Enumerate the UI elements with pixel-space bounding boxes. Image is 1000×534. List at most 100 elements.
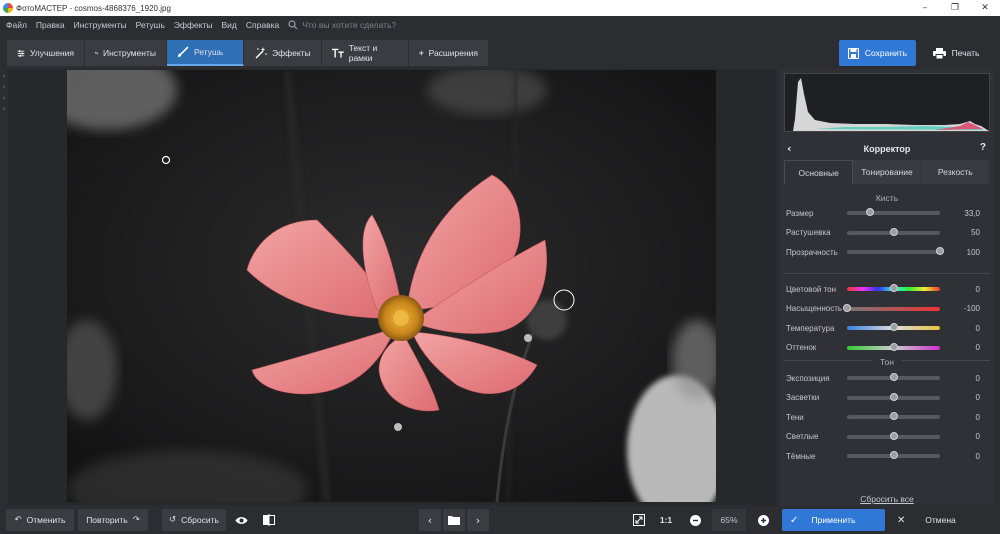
apply-button[interactable]: ✓ Применить (782, 509, 885, 531)
slider-thumb[interactable] (889, 431, 898, 440)
undo-button[interactable]: ↶ Отменить (6, 509, 74, 531)
save-button[interactable]: Сохранить (839, 40, 916, 66)
actual-size-button[interactable]: 1:1 (654, 509, 678, 531)
slider-track[interactable] (847, 392, 940, 401)
chevron-right-icon[interactable]: › (3, 83, 6, 91)
menu-view[interactable]: Вид (222, 20, 237, 30)
slider-row: Температура 0 (786, 321, 986, 335)
slider-label: Цветовой тон (786, 284, 837, 294)
slider-thumb[interactable] (889, 392, 898, 401)
chevron-right-icon[interactable]: › (3, 105, 6, 113)
subtab-sharpness[interactable]: Резкость (921, 160, 990, 184)
slider-thumb[interactable] (866, 208, 875, 216)
slider-track[interactable] (847, 451, 940, 459)
photo-canvas[interactable] (67, 70, 716, 502)
slider-value: 0 (975, 451, 980, 461)
tab-label: Расширения (428, 48, 478, 58)
plus-icon (419, 50, 424, 56)
reset-all-link[interactable]: Сбросить все (784, 494, 990, 504)
chevron-right-icon[interactable]: › (3, 94, 6, 102)
zoom-in-button[interactable] (752, 509, 774, 531)
slider-track[interactable] (847, 208, 940, 216)
slider-track[interactable] (847, 247, 944, 255)
close-window-button[interactable]: ✕ (970, 0, 1000, 16)
slider-value: 50 (971, 228, 980, 237)
back-arrow-icon[interactable]: ‹ (787, 142, 792, 155)
menu-file[interactable]: Файл (6, 20, 27, 30)
cancel-button[interactable]: ✕ Отмена (889, 509, 992, 531)
slider-thumb[interactable] (936, 247, 944, 255)
panel-title: Корректор (863, 144, 911, 154)
slider-track[interactable] (847, 431, 940, 440)
compare-icon (263, 514, 275, 526)
redo-button[interactable]: Повторить ↷ (78, 509, 148, 531)
slider-thumb[interactable] (889, 373, 898, 381)
slider-thumb[interactable] (889, 323, 898, 331)
slider-thumb[interactable] (889, 284, 898, 292)
subtab-toning[interactable]: Тонирование (853, 160, 922, 184)
chevron-right-icon[interactable]: › (3, 72, 6, 80)
help-icon[interactable]: ? (980, 142, 986, 153)
prev-image-button[interactable]: ‹ (419, 509, 441, 531)
slider-row: Экспозиция 0 (786, 371, 986, 385)
section-divider (784, 273, 990, 274)
chevron-left-icon: ‹ (427, 513, 433, 527)
tab-retouch[interactable]: Ретушь (167, 40, 244, 66)
menu-effects[interactable]: Эффекты (174, 20, 213, 30)
close-icon: ✕ (897, 514, 906, 526)
apply-label: Применить (811, 515, 856, 525)
menu-search[interactable]: Что вы хотите сделать? (288, 20, 396, 30)
minimize-button[interactable]: – (910, 0, 940, 16)
slider-thumb[interactable] (889, 342, 898, 351)
tab-effects[interactable]: Эффекты (244, 40, 322, 66)
slider-label: Тени (786, 412, 804, 422)
next-image-button[interactable]: › (467, 509, 489, 531)
crop-icon (95, 51, 98, 55)
search-placeholder: Что вы хотите сделать? (302, 19, 397, 30)
brush-section-title: Кисть (875, 193, 899, 203)
zoom-out-icon (689, 514, 701, 526)
slider-track[interactable] (847, 412, 940, 420)
chevron-right-icon: › (475, 513, 481, 527)
slider-track[interactable] (843, 303, 940, 312)
slider-track[interactable] (847, 284, 940, 292)
reset-button[interactable]: ↺ Сбросить (162, 509, 226, 531)
slider-track[interactable] (847, 323, 940, 331)
slider-row: Прозрачность 100 (786, 245, 986, 259)
tab-label: Ретушь (194, 47, 224, 57)
slider-track[interactable] (847, 373, 940, 381)
zoom-level[interactable]: 65% (712, 509, 746, 531)
slider-thumb[interactable] (843, 303, 851, 312)
fit-screen-button[interactable] (628, 509, 650, 531)
preview-eye-button[interactable] (230, 509, 252, 531)
maximize-button[interactable]: ❐ (940, 0, 970, 16)
slider-label: Растушевка (786, 228, 831, 237)
compare-button[interactable] (258, 509, 280, 531)
slider-thumb[interactable] (889, 227, 898, 236)
menu-retouch[interactable]: Ретушь (136, 20, 165, 30)
histogram (784, 73, 990, 132)
slider-track[interactable] (847, 342, 940, 351)
zoom-out-button[interactable] (684, 509, 706, 531)
menu-tools[interactable]: Инструменты (74, 20, 127, 30)
tab-text-frames[interactable]: Текст и рамки (322, 40, 409, 66)
slider-track[interactable] (847, 227, 940, 236)
slider-label: Температура (786, 323, 835, 333)
tab-enhancements[interactable]: Улучшения (7, 40, 85, 66)
redo-label: Повторить (86, 515, 128, 525)
subtab-basic[interactable]: Основные (784, 160, 854, 184)
slider-thumb[interactable] (889, 412, 898, 420)
tab-tools[interactable]: Инструменты (85, 40, 167, 66)
print-button[interactable]: Печать (920, 40, 992, 66)
slider-row: Тёмные 0 (786, 449, 986, 463)
slider-row: Оттенок 0 (786, 341, 986, 355)
reset-label: Сбросить (181, 515, 219, 525)
menu-edit[interactable]: Правка (36, 20, 65, 30)
slider-label: Тёмные (786, 451, 816, 461)
slider-thumb[interactable] (889, 451, 898, 459)
zoom-in-icon (757, 514, 769, 526)
menu-help[interactable]: Справка (246, 20, 279, 30)
open-folder-button[interactable] (443, 509, 465, 531)
tab-extensions[interactable]: Расширения (409, 40, 489, 66)
undo-label: Отменить (26, 515, 66, 525)
